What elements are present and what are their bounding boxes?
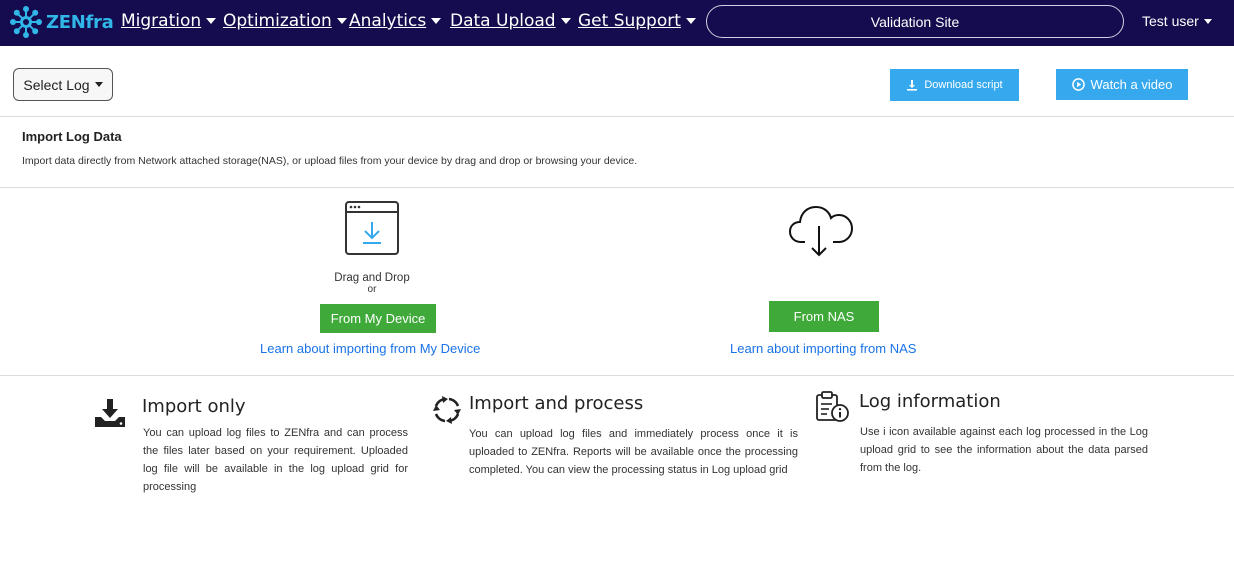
site-selector[interactable]: Validation Site xyxy=(706,5,1124,38)
drag-drop-text: Drag and Drop or xyxy=(322,271,422,295)
learn-my-device-link[interactable]: Learn about importing from My Device xyxy=(260,341,480,356)
select-log-dropdown[interactable]: Select Log xyxy=(13,68,113,101)
import-only-text: You can upload log files to ZENfra and c… xyxy=(143,427,408,493)
caret-down-icon xyxy=(336,18,347,24)
caret-down-icon xyxy=(94,82,103,87)
drag-drop-label: Drag and Drop xyxy=(334,272,410,284)
download-script-button[interactable]: Download script xyxy=(890,69,1019,101)
nav-get-support[interactable]: Get Support xyxy=(578,11,696,31)
user-menu[interactable]: Test user xyxy=(1142,13,1212,29)
caret-down-icon xyxy=(206,18,217,24)
download-icon xyxy=(907,80,918,91)
play-circle-icon xyxy=(1071,78,1085,91)
nav-migration-label: Migration xyxy=(121,11,202,31)
log-information-text: Use i icon available against each log pr… xyxy=(860,426,1148,474)
import-section-title: Import Log Data xyxy=(22,129,122,144)
refresh-process-icon xyxy=(433,396,461,424)
watch-video-button[interactable]: Watch a video xyxy=(1056,69,1188,100)
nav-data-upload[interactable]: Data Upload xyxy=(450,11,571,31)
cloud-download-icon[interactable] xyxy=(787,200,855,260)
caret-down-icon xyxy=(685,18,696,24)
divider xyxy=(0,116,1234,117)
from-my-device-label: From My Device xyxy=(330,311,426,326)
caret-down-icon xyxy=(1203,18,1212,24)
from-my-device-button[interactable]: From My Device xyxy=(320,304,436,333)
log-information-title: Log information xyxy=(859,391,1001,412)
learn-nas-link[interactable]: Learn about importing from NAS xyxy=(730,341,916,356)
nav-optimization[interactable]: Optimization xyxy=(223,11,347,31)
logo-text: ZENfra xyxy=(46,11,114,33)
from-nas-button[interactable]: From NAS xyxy=(769,301,879,332)
caret-down-icon xyxy=(560,18,571,24)
import-section-subtitle: Import data directly from Network attach… xyxy=(22,155,638,167)
download-script-label: Download script xyxy=(924,79,1003,91)
nav-migration[interactable]: Migration xyxy=(121,11,217,31)
clipboard-info-icon xyxy=(816,391,849,422)
nav-data-upload-label: Data Upload xyxy=(450,11,556,31)
logo-gear-icon xyxy=(10,6,42,38)
nav-optimization-label: Optimization xyxy=(223,11,332,31)
site-name: Validation Site xyxy=(870,13,960,30)
user-name: Test user xyxy=(1142,13,1199,29)
divider xyxy=(0,187,1234,188)
caret-down-icon xyxy=(431,18,442,24)
top-navbar: ZENfra Migration Optimization Analytics … xyxy=(0,0,1234,46)
nav-analytics-label: Analytics xyxy=(349,11,427,31)
nav-analytics[interactable]: Analytics xyxy=(349,11,442,31)
drag-drop-window-icon[interactable] xyxy=(344,200,400,256)
nav-get-support-label: Get Support xyxy=(578,11,681,31)
import-process-text: You can upload log files and immediately… xyxy=(469,428,798,476)
select-log-label: Select Log xyxy=(23,76,90,93)
watch-video-label: Watch a video xyxy=(1090,77,1173,92)
import-tray-icon xyxy=(95,399,125,427)
or-label: or xyxy=(367,284,377,295)
zenfra-logo[interactable]: ZENfra xyxy=(9,6,114,38)
divider xyxy=(0,375,1234,376)
import-process-title: Import and process xyxy=(469,393,644,414)
import-only-title: Import only xyxy=(142,396,246,417)
from-nas-label: From NAS xyxy=(793,309,855,324)
